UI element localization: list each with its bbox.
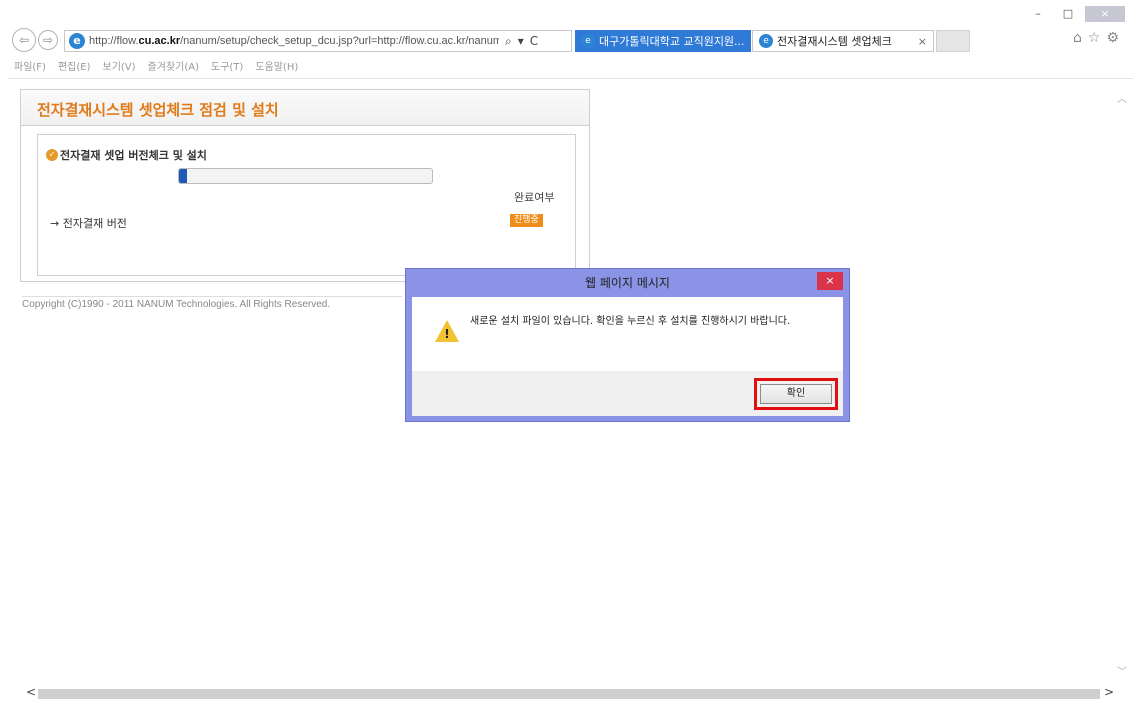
setup-section: ✓ 전자결재 셋업 버전체크 및 설치 완료여부 → 전자결재 버전 진행중 — [37, 134, 576, 276]
dialog-body: ! 새로운 설치 파일이 있습니다. 확인을 누르신 후 설치를 진행하시기 바… — [412, 297, 843, 371]
address-bar[interactable]: e http://flow.cu.ac.kr/nanum/setup/check… — [64, 30, 572, 52]
close-window-button[interactable]: × — [1085, 6, 1125, 22]
window-controls: – □ × — [1025, 6, 1125, 22]
home-icon[interactable]: ⌂ — [1073, 30, 1082, 46]
menu-edit[interactable]: 편집(E) — [58, 58, 91, 73]
url-domain: cu.ac.kr — [138, 35, 181, 47]
ie-icon: e — [759, 34, 773, 48]
progress-fill — [179, 169, 187, 183]
version-label: → 전자결재 버전 — [50, 217, 127, 230]
ok-button[interactable]: 확인 — [760, 384, 832, 404]
star-icon[interactable]: ☆ — [1088, 30, 1101, 46]
gear-icon[interactable]: ⚙ — [1106, 30, 1119, 46]
scroll-down-icon[interactable]: ﹀ — [1117, 663, 1127, 678]
minimize-button[interactable]: – — [1025, 6, 1051, 22]
horizontal-scrollbar[interactable]: < > — [24, 685, 1114, 700]
menu-tools[interactable]: 도구(T) — [211, 58, 243, 73]
menu-file[interactable]: 파일(F) — [14, 58, 46, 73]
ok-button-highlight: 확인 — [754, 378, 838, 410]
warning-mark: ! — [444, 327, 450, 341]
url-text[interactable]: http://flow.cu.ac.kr/nanum/setup/check_s… — [89, 35, 499, 47]
forward-arrow-icon: ⇨ — [42, 33, 54, 47]
menu-view[interactable]: 보기(V) — [103, 58, 136, 73]
back-arrow-icon: ⇦ — [18, 33, 30, 47]
close-icon[interactable]: × — [918, 35, 927, 48]
refresh-icon[interactable]: C — [530, 34, 538, 49]
dialog-message: 새로운 설치 파일이 있습니다. 확인을 누르신 후 설치를 진행하시기 바랍니… — [470, 316, 791, 327]
forward-button[interactable]: ⇨ — [38, 30, 58, 50]
tab-label: 대구가톨릭대학교 교직원지원... — [599, 35, 745, 48]
setup-check-panel: 전자결재시스템 셋업체크 점검 및 설치 ✓ 전자결재 셋업 버전체크 및 설치… — [20, 89, 590, 282]
vertical-scrollbar[interactable]: ︿ ﹀ — [1113, 82, 1131, 682]
maximize-button[interactable]: □ — [1055, 6, 1081, 22]
section-heading: ✓ 전자결재 셋업 버전체크 및 설치 — [46, 147, 207, 163]
chevron-down-icon[interactable]: ▾ — [518, 34, 524, 49]
section-title: 전자결재 셋업 버전체크 및 설치 — [60, 149, 207, 162]
page-title: 전자결재시스템 셋업체크 점검 및 설치 — [21, 90, 589, 126]
ie-icon: e — [581, 34, 595, 48]
tab-setup-check[interactable]: e 전자결재시스템 셋업체크 × — [752, 30, 934, 52]
menu-favorites[interactable]: 즐겨찾기(A) — [148, 58, 199, 73]
search-icon[interactable]: ⌕ — [505, 34, 512, 49]
navigation-bar: ⇦ ⇨ e http://flow.cu.ac.kr/nanum/setup/c… — [0, 22, 1133, 56]
ie-icon: e — [69, 33, 85, 49]
scroll-right-icon[interactable]: > — [1104, 685, 1114, 699]
menu-bar: 파일(F) 편집(E) 보기(V) 즐겨찾기(A) 도구(T) 도움말(H) — [14, 58, 298, 73]
completion-label: 완료여부 — [514, 191, 555, 204]
scrollbar-thumb[interactable] — [38, 689, 1100, 699]
check-icon: ✓ — [46, 149, 58, 161]
menu-help[interactable]: 도움말(H) — [255, 58, 298, 73]
tab-cu-staff[interactable]: e 대구가톨릭대학교 교직원지원... — [575, 30, 751, 52]
web-page-message-dialog: 웹 페이지 메시지 × ! 새로운 설치 파일이 있습니다. 확인을 누르신 후… — [405, 268, 850, 422]
copyright-text: Copyright (C)1990 - 2011 NANUM Technolog… — [22, 296, 402, 310]
back-button[interactable]: ⇦ — [12, 28, 36, 52]
install-progress-bar — [178, 168, 433, 184]
dialog-close-button[interactable]: × — [817, 272, 843, 290]
scroll-left-icon[interactable]: < — [26, 685, 36, 699]
scroll-up-icon[interactable]: ︿ — [1117, 90, 1127, 105]
toolbar-icons: ⌂ ☆ ⚙ — [1073, 30, 1119, 46]
tab-label: 전자결재시스템 셋업체크 — [777, 35, 892, 48]
dialog-title: 웹 페이지 메시지 — [585, 276, 670, 290]
status-badge: 진행중 — [510, 214, 543, 227]
new-tab-button[interactable] — [936, 30, 970, 52]
dialog-footer: 확인 — [412, 371, 843, 416]
